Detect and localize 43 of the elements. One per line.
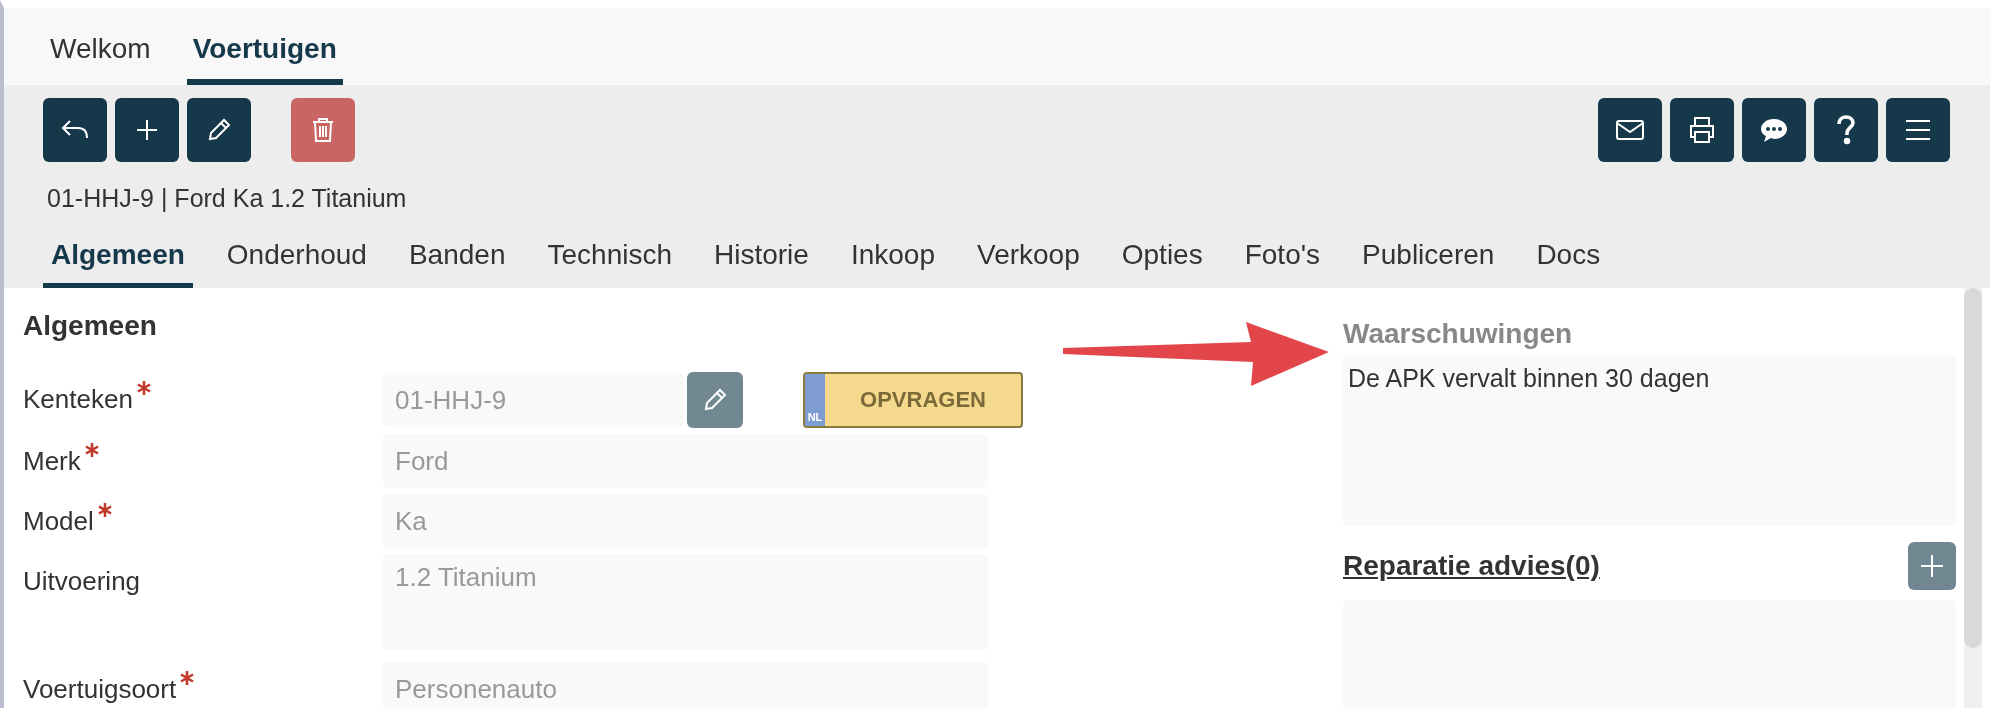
section-tab[interactable]: Technisch [539, 239, 680, 288]
chat-button[interactable] [1742, 98, 1806, 162]
pencil-icon [702, 387, 728, 413]
field-label: Model [23, 506, 94, 537]
plus-icon [135, 118, 159, 142]
section-tab[interactable]: Foto's [1236, 239, 1329, 288]
section-tab[interactable]: Onderhoud [218, 239, 375, 288]
back-button[interactable] [43, 98, 107, 162]
repair-advice-link[interactable]: Reparatie advies(0) [1343, 550, 1600, 582]
field-label: Uitvoering [23, 566, 141, 597]
printer-icon [1687, 115, 1717, 145]
plus-icon [1919, 553, 1945, 579]
edit-button[interactable] [187, 98, 251, 162]
lookup-button[interactable]: NL OPVRAGEN [803, 372, 1023, 428]
trash-icon [311, 116, 335, 144]
section-tab[interactable]: Historie [706, 239, 817, 288]
edit-plate-button[interactable] [687, 372, 743, 428]
menu-button[interactable] [1886, 98, 1950, 162]
section-tab[interactable]: Banden [400, 239, 514, 288]
section-heading: Algemeen [23, 310, 158, 342]
menu-icon [1904, 118, 1932, 142]
field-label: Merk [23, 446, 81, 477]
section-tab[interactable]: Opties [1113, 239, 1211, 288]
warning-text: De APK vervalt binnen 30 dagen [1348, 364, 1710, 392]
country-strip: NL [805, 374, 825, 426]
section-tab[interactable]: Publiceren [1354, 239, 1503, 288]
question-mark-icon [1836, 115, 1856, 145]
add-button[interactable] [115, 98, 179, 162]
envelope-icon [1615, 118, 1645, 142]
section-tab[interactable]: Docs [1528, 239, 1609, 288]
section-tab[interactable]: Verkoop [969, 239, 1088, 288]
record-title: 01-HHJ-9 | Ford Ka 1.2 Titanium [47, 184, 408, 213]
print-button[interactable] [1670, 98, 1734, 162]
delete-button[interactable] [291, 98, 355, 162]
speech-bubble-icon [1759, 116, 1789, 144]
pencil-icon [206, 117, 232, 143]
section-tab[interactable]: Inkoop [842, 239, 943, 288]
field-label: Voertuigsoort [23, 674, 177, 705]
field-label: Kenteken [23, 384, 133, 415]
main-tab[interactable]: Welkom [44, 33, 157, 85]
help-button[interactable] [1814, 98, 1878, 162]
warnings-heading: Waarschuwingen [1343, 318, 1574, 350]
mail-button[interactable] [1598, 98, 1662, 162]
